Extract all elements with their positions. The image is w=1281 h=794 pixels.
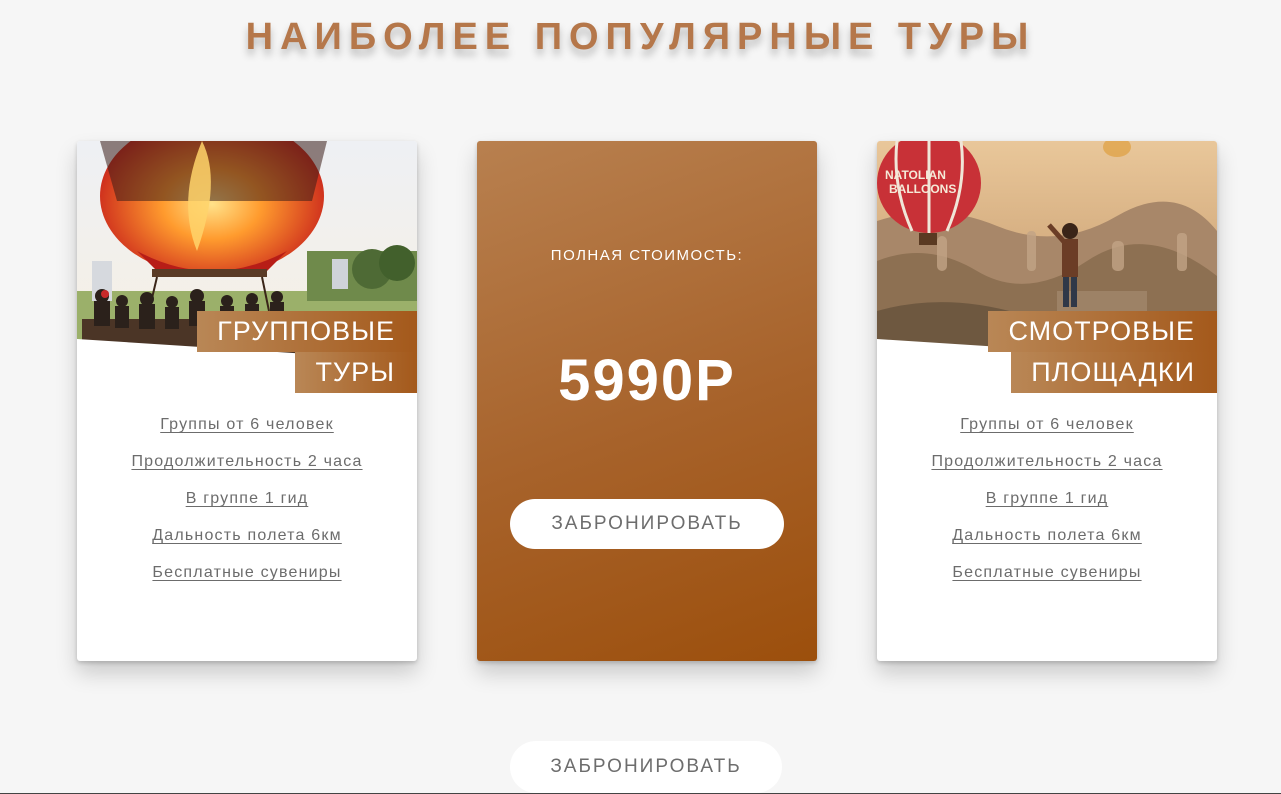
feature-link-guide[interactable]: В группе 1 гид — [186, 490, 309, 508]
feature-link-guide[interactable]: В группе 1 гид — [986, 490, 1109, 508]
features-list: Группы от 6 человек Продолжительность 2 … — [877, 416, 1217, 601]
card-label: СМОТРОВЫЕ ПЛОЩАДКИ — [988, 311, 1217, 393]
tour-card-group: ГРУППОВЫЕ ТУРЫ Группы от 6 человек Продо… — [77, 141, 417, 661]
tour-card-viewpoints: NATOLIAN BALLOONS СМОТРОВЫЕ ПЛОЩАДКИ Гру… — [877, 141, 1217, 661]
feature-link-distance[interactable]: Дальность полета 6км — [952, 527, 1142, 545]
features-list: Группы от 6 человек Продолжительность 2 … — [77, 416, 417, 601]
feature-link-distance[interactable]: Дальность полета 6км — [152, 527, 342, 545]
feature-link-duration[interactable]: Продолжительность 2 часа — [931, 453, 1162, 471]
price-caption: ПОЛНАЯ СТОИМОСТЬ: — [550, 247, 744, 264]
feature-link-group-size[interactable]: Группы от 6 человек — [960, 416, 1134, 434]
feature-link-duration[interactable]: Продолжительность 2 часа — [131, 453, 362, 471]
card-label-line2: ТУРЫ — [295, 352, 417, 393]
price-card: ПОЛНАЯ СТОИМОСТЬ: 5990Р ЗАБРОНИРОВАТЬ — [477, 141, 817, 661]
page: НАИБОЛЕЕ ПОПУЛЯРНЫЕ ТУРЫ ГРУППОВЫЕ ТУРЫ … — [0, 0, 1281, 794]
card-label-line1: ГРУППОВЫЕ — [197, 311, 417, 352]
feature-link-souvenirs[interactable]: Бесплатные сувениры — [952, 564, 1141, 582]
price-value: 5990Р — [558, 348, 736, 413]
card-label-line1: СМОТРОВЫЕ — [988, 311, 1217, 352]
section-title: НАИБОЛЕЕ ПОПУЛЯРНЫЕ ТУРЫ — [245, 16, 1036, 58]
feature-link-group-size[interactable]: Группы от 6 человек — [160, 416, 334, 434]
bottom-book-button[interactable]: ЗАБРОНИРОВАТЬ — [510, 741, 782, 793]
card-label: ГРУППОВЫЕ ТУРЫ — [197, 311, 417, 393]
feature-link-souvenirs[interactable]: Бесплатные сувениры — [152, 564, 341, 582]
card-label-line2: ПЛОЩАДКИ — [1011, 352, 1217, 393]
book-button[interactable]: ЗАБРОНИРОВАТЬ — [510, 499, 784, 549]
